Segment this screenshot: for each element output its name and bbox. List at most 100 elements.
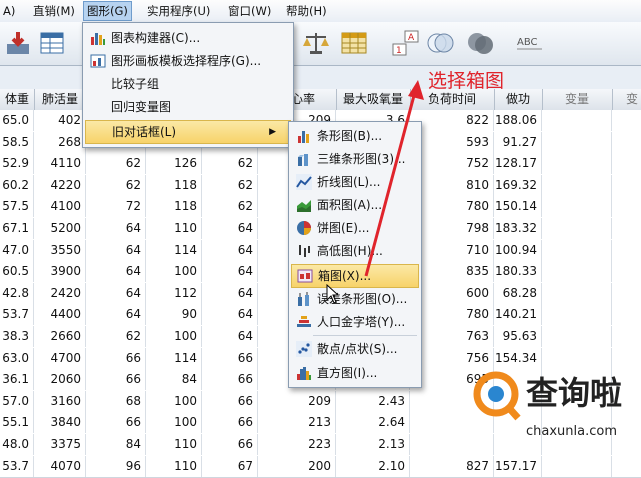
table-cell[interactable]: 4400 <box>34 304 86 326</box>
table-cell[interactable]: 2060 <box>34 369 86 391</box>
col-header[interactable]: 变 <box>612 89 641 110</box>
table-cell[interactable]: 100 <box>146 412 202 434</box>
menu-item-legacy-dialogs[interactable]: 旧对话框(L) ▶ <box>85 120 291 144</box>
table-cell[interactable]: 223 <box>258 434 336 455</box>
menu-analyze[interactable]: A) <box>0 3 18 19</box>
table-cell[interactable]: 66 <box>202 390 258 412</box>
table-cell[interactable] <box>542 326 612 347</box>
table-cell[interactable]: 2.43 <box>336 390 410 412</box>
table-cell[interactable]: 209 <box>258 390 336 412</box>
table-cell[interactable]: 64 <box>202 326 258 347</box>
table-cell[interactable]: 150.14 <box>494 196 542 218</box>
table-cell[interactable]: 62 <box>202 153 258 175</box>
table-cell[interactable]: 66 <box>202 369 258 391</box>
table-cell[interactable]: 55.1 <box>0 412 34 434</box>
table-cell[interactable]: 140.21 <box>494 304 542 326</box>
table-cell[interactable]: 780 <box>410 304 494 326</box>
table-cell[interactable] <box>612 218 641 239</box>
menu-graphs[interactable]: 图形(G) <box>83 1 132 21</box>
table-cell[interactable]: 3375 <box>34 434 86 455</box>
table-cell[interactable]: 53.7 <box>0 455 34 477</box>
table-cell[interactable]: 47.0 <box>0 239 34 261</box>
table-cell[interactable]: 60.5 <box>0 261 34 283</box>
menu-help[interactable]: 帮助(H) <box>283 3 330 19</box>
table-cell[interactable]: 402 <box>34 110 86 131</box>
table-cell[interactable]: 114 <box>146 239 202 261</box>
table-cell[interactable]: 36.1 <box>0 369 34 391</box>
table-cell[interactable]: 64 <box>202 304 258 326</box>
table-cell[interactable]: 66 <box>86 347 146 369</box>
table-cell[interactable]: 128.17 <box>494 153 542 175</box>
table-cell[interactable]: 827 <box>410 455 494 477</box>
table-cell[interactable]: 3160 <box>34 390 86 412</box>
table-cell[interactable]: 2.10 <box>336 455 410 477</box>
table-cell[interactable]: 126 <box>146 153 202 175</box>
table-cell[interactable]: 60.2 <box>0 174 34 196</box>
table-cell[interactable]: 112 <box>146 282 202 304</box>
table-cell[interactable]: 100 <box>146 261 202 283</box>
table-cell[interactable]: 67 <box>202 455 258 477</box>
table-cell[interactable]: 63.0 <box>0 347 34 369</box>
table-cell[interactable]: 183.32 <box>494 218 542 239</box>
table-cell[interactable]: 48.0 <box>0 434 34 455</box>
table-cell[interactable] <box>542 304 612 326</box>
table-cell[interactable]: 64 <box>86 282 146 304</box>
table-cell[interactable]: 4220 <box>34 174 86 196</box>
table-cell[interactable]: 4700 <box>34 347 86 369</box>
table-cell[interactable]: 62 <box>202 174 258 196</box>
grid-icon[interactable] <box>340 30 368 56</box>
table-cell[interactable]: 64 <box>202 261 258 283</box>
table-cell[interactable]: 3840 <box>34 412 86 434</box>
table-cell[interactable] <box>612 153 641 174</box>
table-cell[interactable]: 3900 <box>34 261 86 283</box>
import-data-icon[interactable] <box>4 30 32 56</box>
table-cell[interactable]: 268 <box>34 131 86 153</box>
menu-direct-marketing[interactable]: 直销(M) <box>30 3 78 19</box>
table-cell[interactable]: 188.06 <box>494 110 542 131</box>
table-cell[interactable] <box>612 261 641 282</box>
table-cell[interactable]: 169.32 <box>494 174 542 196</box>
menu-item-population-pyramid[interactable]: 人口金字塔(Y)... <box>291 311 419 333</box>
table-cell[interactable]: 62 <box>86 153 146 175</box>
table-cell[interactable]: 64 <box>86 261 146 283</box>
table-cell[interactable]: 64 <box>202 239 258 261</box>
col-header[interactable]: 肺活量 <box>34 89 87 110</box>
table-cell[interactable] <box>612 175 641 196</box>
table-cell[interactable]: 2.64 <box>336 412 410 434</box>
table-cell[interactable]: 66 <box>86 369 146 391</box>
table-cell[interactable]: 64 <box>86 239 146 261</box>
table-cell[interactable] <box>542 282 612 304</box>
table-cell[interactable] <box>542 261 612 283</box>
table-cell[interactable]: 95.63 <box>494 326 542 347</box>
table-cell[interactable]: 96 <box>86 455 146 477</box>
menu-item-regression-plot[interactable]: 回归变量图 <box>85 96 291 118</box>
table-cell[interactable]: 118 <box>146 196 202 218</box>
menu-utilities[interactable]: 实用程序(U) <box>144 3 213 19</box>
table-cell[interactable]: 66 <box>202 412 258 434</box>
menu-item-scatter-dot[interactable]: 散点/点状(S)... <box>291 338 419 360</box>
circles-dark-icon[interactable] <box>466 30 494 56</box>
table-cell[interactable]: 90 <box>146 304 202 326</box>
table-cell[interactable]: 62 <box>86 174 146 196</box>
value-labels-icon[interactable]: A 1 <box>392 30 420 56</box>
menu-item-graphboard-template[interactable]: 图形画板模板选择程序(G)... <box>85 50 291 72</box>
menu-window[interactable]: 窗口(W) <box>225 3 274 19</box>
table-cell[interactable] <box>542 110 612 131</box>
menu-item-compare-subgroups[interactable]: 比较子组 <box>85 73 291 95</box>
table-cell[interactable]: 67.1 <box>0 218 34 239</box>
table-cell[interactable]: 3550 <box>34 239 86 261</box>
table-cell[interactable] <box>542 174 612 196</box>
table-cell[interactable]: 57.5 <box>0 196 34 218</box>
table-cell[interactable]: 118 <box>146 174 202 196</box>
table-cell[interactable] <box>612 283 641 304</box>
table-cell[interactable]: 4070 <box>34 455 86 477</box>
table-cell[interactable] <box>612 196 641 217</box>
table-cell[interactable]: 42.8 <box>0 282 34 304</box>
table-cell[interactable]: 2.13 <box>336 434 410 455</box>
table-cell[interactable] <box>612 110 641 131</box>
table-cell[interactable]: 58.5 <box>0 131 34 153</box>
spreadsheet-icon[interactable] <box>38 30 66 56</box>
circles-icon[interactable] <box>426 30 454 56</box>
table-cell[interactable]: 38.3 <box>0 326 34 347</box>
table-cell[interactable]: 2420 <box>34 282 86 304</box>
